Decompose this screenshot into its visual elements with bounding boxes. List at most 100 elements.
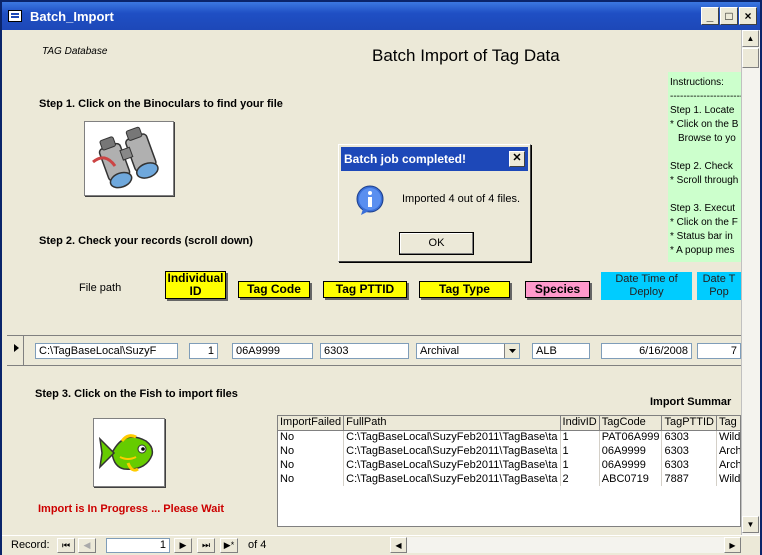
instructions-line: Browse to yo (678, 133, 736, 144)
import-summary-grid[interactable]: ImportFailed FullPath IndivID TagCode Ta… (277, 415, 741, 527)
table-cell: Wild (716, 472, 740, 486)
dialog-title-text: Batch job completed! (344, 152, 467, 166)
maximize-button[interactable]: □ (720, 7, 738, 25)
instructions-line: Step 2. Check (670, 161, 733, 172)
batch-import-window: Batch_Import _ □ × TAG Database Batch Im… (0, 0, 762, 555)
previous-record-button[interactable]: ◀ (78, 538, 96, 553)
instructions-line: * Status bar in (670, 231, 733, 242)
new-record-button[interactable]: ▶* (220, 538, 238, 553)
record-number-input[interactable]: 1 (106, 538, 170, 553)
record-selector[interactable] (7, 335, 24, 365)
dialog-title[interactable]: Batch job completed! (341, 147, 528, 171)
species-field[interactable]: ALB (532, 343, 590, 359)
divider (7, 365, 741, 366)
table-row[interactable]: No C:\TagBaseLocal\SuzyFeb2011\TagBase\t… (278, 458, 740, 472)
step1-label: Step 1. Click on the Binoculars to find … (39, 98, 283, 110)
instructions-line: Step 3. Execut (670, 203, 736, 214)
table-cell: PAT06A999 (599, 430, 663, 444)
scroll-thumb[interactable] (742, 48, 759, 68)
horizontal-scrollbar[interactable]: ◀ ▶ (390, 537, 741, 553)
column-header-date-pop: Date T Pop (697, 272, 741, 300)
table-row[interactable]: No C:\TagBaseLocal\SuzyFeb2011\TagBase\t… (278, 444, 740, 458)
column-header[interactable]: IndivID (560, 416, 600, 431)
page-title: Batch Import of Tag Data (372, 46, 560, 65)
binoculars-button[interactable] (84, 121, 174, 196)
column-header[interactable]: FullPath (343, 416, 561, 431)
next-record-button[interactable]: ▶ (174, 538, 192, 553)
table-cell: 1 (560, 458, 600, 472)
import-summary-title: Import Summar (650, 396, 732, 408)
table-cell: C:\TagBaseLocal\SuzyFeb2011\TagBase\ta (343, 444, 561, 458)
instructions-line: * Click on the B (670, 119, 739, 130)
divider (7, 335, 741, 336)
column-header[interactable]: ImportFailed (278, 416, 345, 431)
table-cell: No (278, 444, 345, 458)
dropdown-arrow-icon[interactable] (504, 344, 519, 358)
column-header-date-deploy: Date Time of Deploy (601, 272, 692, 300)
scroll-right-button[interactable]: ▶ (724, 537, 741, 553)
instructions-line: ------------------------- (670, 91, 741, 102)
table-cell: 06A9999 (599, 444, 663, 458)
scroll-down-button[interactable]: ▼ (742, 516, 759, 533)
date-pop-field[interactable]: 7 (697, 343, 741, 359)
scroll-left-button[interactable]: ◀ (390, 537, 407, 553)
minimize-button[interactable]: _ (701, 7, 719, 25)
column-header-tag-code: Tag Code (238, 281, 310, 298)
binoculars-icon (92, 126, 159, 189)
column-header[interactable]: Tag (716, 416, 740, 431)
progress-status-text: Import is In Progress ... Please Wait (38, 503, 225, 515)
table-cell: 1 (560, 444, 600, 458)
table-cell: 6303 (661, 430, 717, 444)
title-bar[interactable]: Batch_Import _ □ × (2, 2, 760, 30)
last-record-button[interactable]: ⏭ (197, 538, 215, 553)
instructions-line: Instructions: (670, 77, 724, 88)
column-header[interactable]: TagPTTID (661, 416, 717, 431)
table-cell: Wild (716, 430, 740, 444)
table-row[interactable]: No C:\TagBaseLocal\SuzyFeb2011\TagBase\t… (278, 472, 740, 486)
table-header-row: ImportFailed FullPath IndivID TagCode Ta… (278, 416, 740, 431)
close-button[interactable]: × (739, 7, 757, 25)
table-row[interactable]: No C:\TagBaseLocal\SuzyFeb2011\TagBase\t… (278, 430, 740, 444)
record-label: Record: (11, 539, 50, 551)
table-cell: 1 (560, 430, 600, 444)
tag-pttid-field[interactable]: 6303 (320, 343, 409, 359)
form-icon (8, 10, 22, 22)
column-header[interactable]: TagCode (599, 416, 663, 431)
info-icon (356, 185, 384, 215)
database-label: TAG Database (42, 46, 108, 57)
fish-button[interactable] (93, 418, 165, 487)
column-header-species: Species (525, 281, 590, 298)
column-header-file-path: File path (79, 282, 122, 294)
table-cell: Arch (716, 458, 740, 472)
instructions-panel: Instructions: ------------------------- … (668, 72, 741, 262)
step3-label: Step 3. Click on the Fish to import file… (35, 388, 238, 400)
first-record-button[interactable]: ⏮ (57, 538, 75, 553)
dialog-message: Imported 4 out of 4 files. (402, 193, 521, 205)
table-cell: C:\TagBaseLocal\SuzyFeb2011\TagBase\ta (343, 430, 561, 444)
table-cell: No (278, 472, 345, 486)
table-cell: C:\TagBaseLocal\SuzyFeb2011\TagBase\ta (343, 458, 561, 472)
column-header-tag-type: Tag Type (419, 281, 510, 298)
form-body: TAG Database Batch Import of Tag Data St… (2, 30, 741, 535)
individual-id-field[interactable]: 1 (189, 343, 218, 359)
instructions-line: Step 1. Locate (670, 105, 735, 116)
table-cell: No (278, 430, 345, 444)
column-header-individual-id: Individual ID (165, 271, 226, 299)
tag-type-dropdown[interactable]: Archival (416, 343, 520, 359)
column-header-tag-pttid: Tag PTTID (323, 281, 407, 298)
scroll-up-button[interactable]: ▲ (742, 30, 759, 47)
ok-button[interactable]: OK (399, 232, 474, 255)
instructions-line: * Scroll through (670, 175, 739, 186)
table-cell: 2 (560, 472, 600, 486)
vertical-scrollbar[interactable]: ▲ ▼ (741, 30, 760, 535)
dialog-close-button[interactable]: ✕ (509, 151, 525, 167)
table-cell: 6303 (661, 444, 717, 458)
instructions-line: * A popup mes (670, 245, 735, 256)
record-of-label: of 4 (248, 539, 267, 551)
date-deploy-field[interactable]: 6/16/2008 (601, 343, 692, 359)
step2-label: Step 2. Check your records (scroll down) (39, 235, 253, 247)
file-path-field[interactable]: C:\TagBaseLocal\SuzyF (35, 343, 178, 359)
import-summary-table: ImportFailed FullPath IndivID TagCode Ta… (278, 416, 740, 486)
fish-icon (98, 434, 154, 472)
tag-code-field[interactable]: 06A9999 (232, 343, 313, 359)
